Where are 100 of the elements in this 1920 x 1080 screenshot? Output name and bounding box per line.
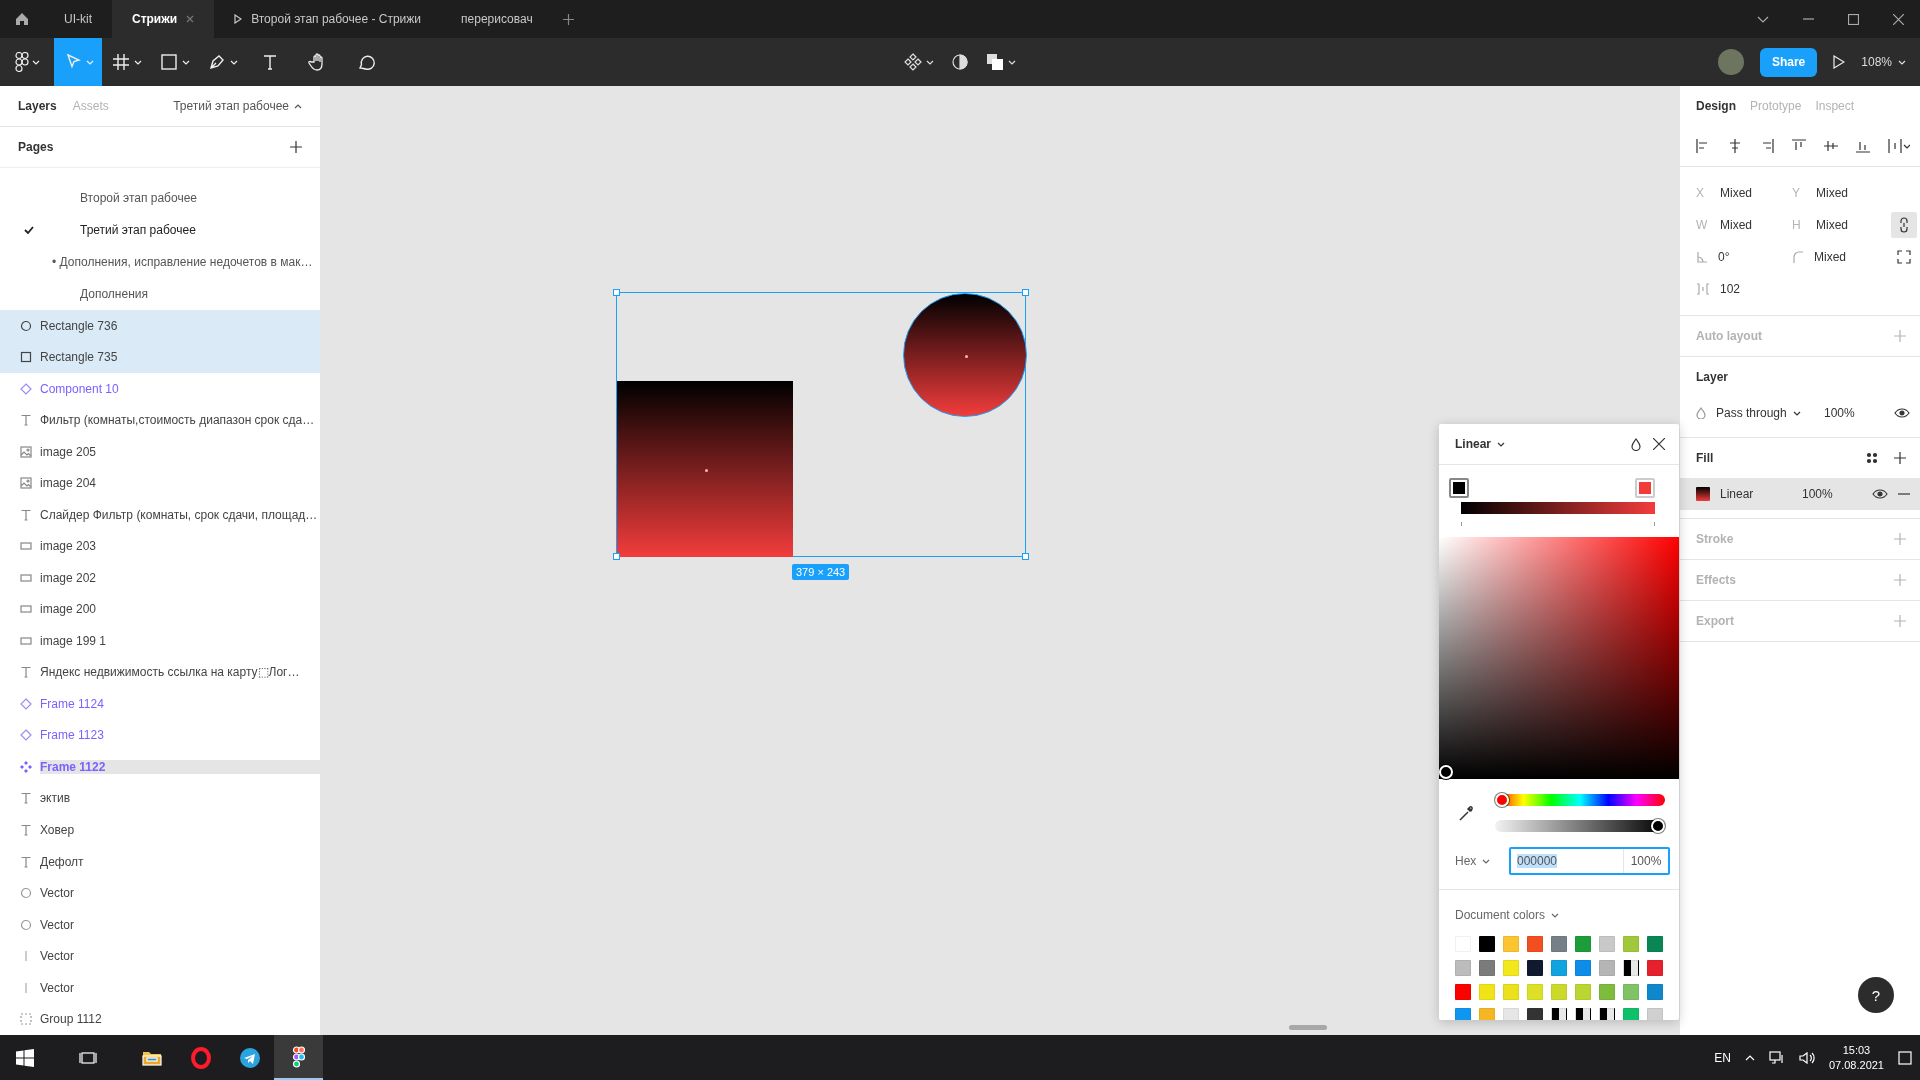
resize-handle[interactable] [613,289,620,296]
layer-item[interactable]: Яндекс недвижимость ссылка на карту⬚Лог… [0,656,320,689]
color-swatch[interactable] [1479,984,1495,1000]
layer-item[interactable]: image 202 [0,562,320,594]
layer-item[interactable]: Vector [0,877,320,909]
color-handle[interactable] [1439,765,1453,779]
file-tab[interactable]: UI-kit [44,0,112,38]
color-swatch[interactable] [1527,960,1543,976]
plus-icon[interactable] [290,141,302,153]
property-field[interactable]: X Mixed [1696,186,1792,200]
layer-item[interactable]: Group 1112 [0,1003,320,1035]
color-swatch[interactable] [1623,936,1639,952]
resize-handle[interactable] [1022,289,1029,296]
color-swatch[interactable] [1503,936,1519,952]
language-indicator[interactable]: EN [1714,1050,1731,1065]
fill-type[interactable]: Linear [1720,487,1792,501]
align-bottom-icon[interactable] [1856,139,1870,153]
color-swatch[interactable] [1599,1008,1615,1020]
color-swatch[interactable] [1479,936,1495,952]
align-left-icon[interactable] [1696,139,1710,153]
property-field[interactable]: 0° [1696,250,1792,264]
half-circle-icon[interactable] [952,54,968,70]
fill-swatch[interactable] [1696,487,1710,501]
panel-tab[interactable]: Layers [18,99,57,113]
file-tab[interactable]: Второй этап рабочее - Стрижи [214,0,442,38]
chevron-up-icon[interactable] [1744,1054,1755,1061]
windows-icon[interactable] [15,1048,34,1067]
figma-menu-icon[interactable] [14,52,29,72]
styles-icon[interactable] [1866,452,1878,464]
clock[interactable]: 15:03 07.08.2021 [1828,1042,1884,1073]
color-swatch[interactable] [1455,960,1471,976]
color-field[interactable] [1439,537,1679,779]
layer-item[interactable]: image 203 [0,530,320,563]
layer-item[interactable]: Ховер [0,814,320,846]
resize-handle[interactable] [613,553,620,560]
layer-item[interactable]: Фильтр (комнаты,стоимость диапазон срок сда… [0,404,320,437]
layer-item[interactable]: image 200 [0,593,320,626]
gradient-rectangle[interactable] [617,381,793,557]
color-swatch[interactable] [1647,984,1663,1000]
property-field[interactable]: Mixed [1792,250,1888,264]
property-field[interactable]: Y Mixed [1792,186,1888,200]
document-colors-dropdown[interactable]: Document colors [1439,890,1679,936]
color-swatch[interactable] [1575,984,1591,1000]
color-swatch[interactable] [1599,960,1615,976]
maximize-icon[interactable] [1848,13,1859,25]
color-swatch[interactable] [1527,936,1543,952]
file-tab[interactable]: Стрижи [112,0,215,38]
color-swatch[interactable] [1647,1008,1663,1020]
layer-item[interactable]: Vector [0,971,320,1004]
drop-icon[interactable] [1631,437,1641,451]
layer-item[interactable]: image 204 [0,467,320,500]
property-field[interactable]: 102 [1696,282,1792,296]
property-field[interactable]: W Mixed [1696,218,1792,232]
color-swatch[interactable] [1503,960,1519,976]
color-swatch[interactable] [1479,1008,1495,1020]
color-swatch[interactable] [1527,1008,1543,1020]
constrain-proportions-icon[interactable] [1899,217,1909,233]
color-swatch[interactable] [1575,936,1591,952]
color-swatch[interactable] [1599,936,1615,952]
play-icon[interactable] [1833,55,1846,69]
network-icon[interactable] [1768,1050,1785,1065]
layer-item[interactable]: Frame 1123 [0,719,320,752]
layer-item[interactable]: image 199 1 [0,625,320,657]
color-swatch[interactable] [1623,960,1639,976]
chevron-down-icon[interactable] [1757,15,1769,23]
gradient-stop[interactable] [1449,478,1469,498]
color-swatch[interactable] [1599,984,1615,1000]
plus-icon[interactable] [562,13,574,25]
task-view-icon[interactable] [79,1049,97,1066]
hex-field[interactable]: 000000 100% [1509,847,1670,875]
color-swatch[interactable] [1551,1008,1567,1020]
align-center-icon[interactable] [1728,139,1742,153]
home-icon[interactable] [15,12,29,26]
page-item[interactable]: • Дополнения, исправление недочетов в мак… [0,246,320,278]
layer-item[interactable]: Rectangle 735 [0,341,320,374]
layer-item[interactable]: Vector [0,908,320,941]
close-icon[interactable] [1893,13,1904,25]
opacity-field[interactable]: 100% [1802,487,1862,501]
overlapping-squares-icon[interactable] [986,53,1004,71]
opacity-field[interactable]: 100% [1824,406,1884,420]
panel-tab[interactable]: Design [1696,99,1736,113]
independent-corners-icon[interactable] [1897,250,1911,264]
resize-handle[interactable] [1022,553,1029,560]
volume-icon[interactable] [1798,1050,1815,1065]
gradient-bar[interactable] [1461,502,1655,514]
page-item[interactable]: Второй этап рабочее [0,182,320,214]
color-swatch[interactable] [1623,1008,1639,1020]
layer-item[interactable]: Дефолт [0,845,320,878]
page-item[interactable]: Третий этап рабочее [0,214,320,246]
color-swatch[interactable] [1623,984,1639,1000]
color-swatch[interactable] [1575,960,1591,976]
layer-item[interactable]: Component 10 [0,373,320,405]
color-swatch[interactable] [1551,984,1567,1000]
color-swatch[interactable] [1647,936,1663,952]
layer-item[interactable]: Слайдер Фильтр (комнаты, срок сдачи, площад… [0,499,320,531]
color-swatch[interactable] [1575,1008,1591,1020]
color-swatch[interactable] [1455,984,1471,1000]
color-swatch[interactable] [1455,1008,1471,1020]
file-tab[interactable]: перерисовач [441,0,553,38]
close-icon[interactable] [1653,438,1665,450]
